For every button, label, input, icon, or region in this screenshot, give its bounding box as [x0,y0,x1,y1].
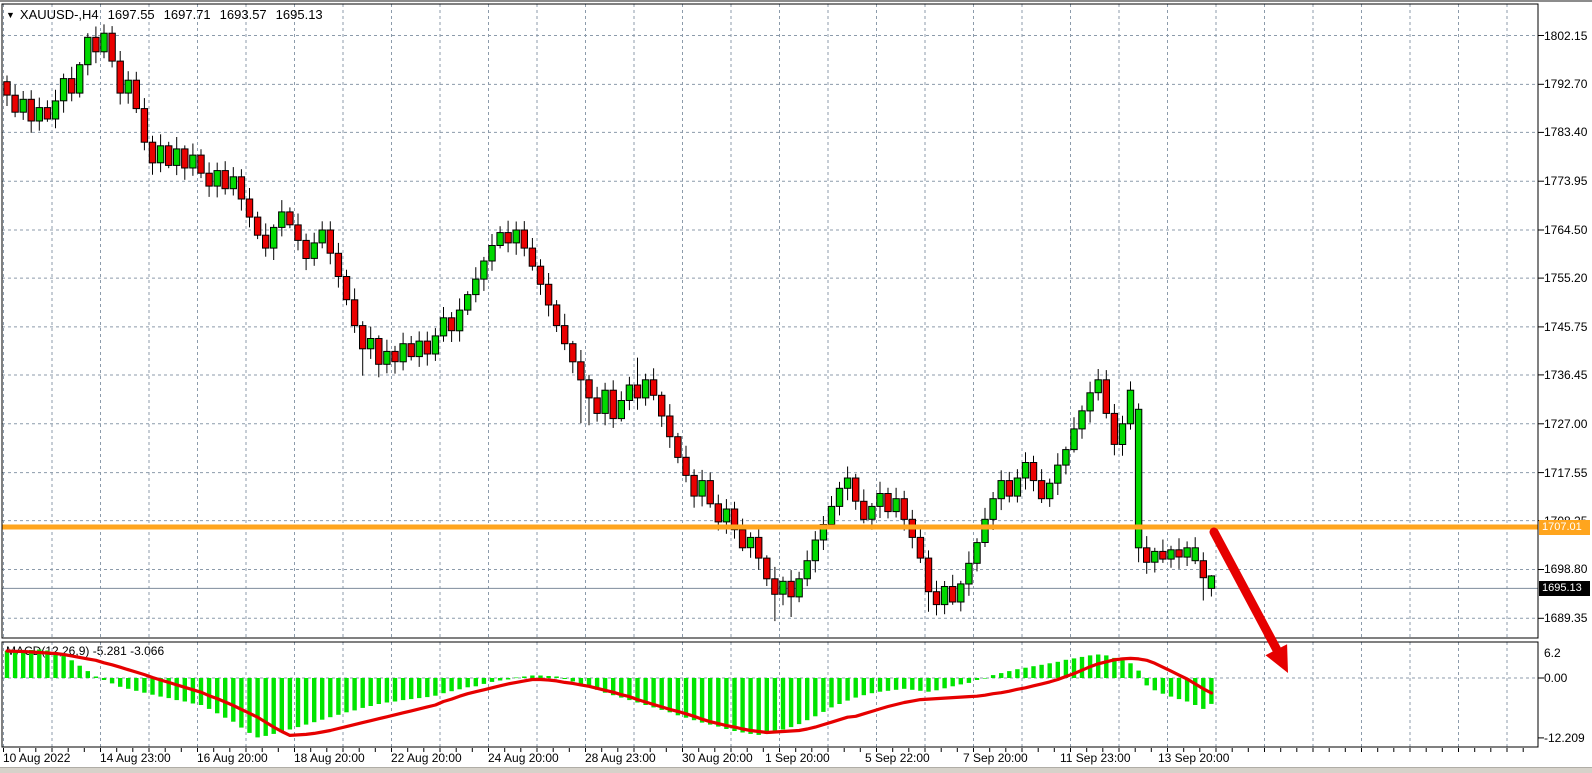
last-price-badge: 1695.13 [1539,581,1590,596]
macd-panel-area[interactable] [2,642,1538,747]
main-chart-area[interactable] [2,4,1538,638]
hline-price-badge: 1707.01 [1539,520,1590,535]
window-bottom-edge [0,767,1592,773]
window-top-edge [0,0,1592,2]
